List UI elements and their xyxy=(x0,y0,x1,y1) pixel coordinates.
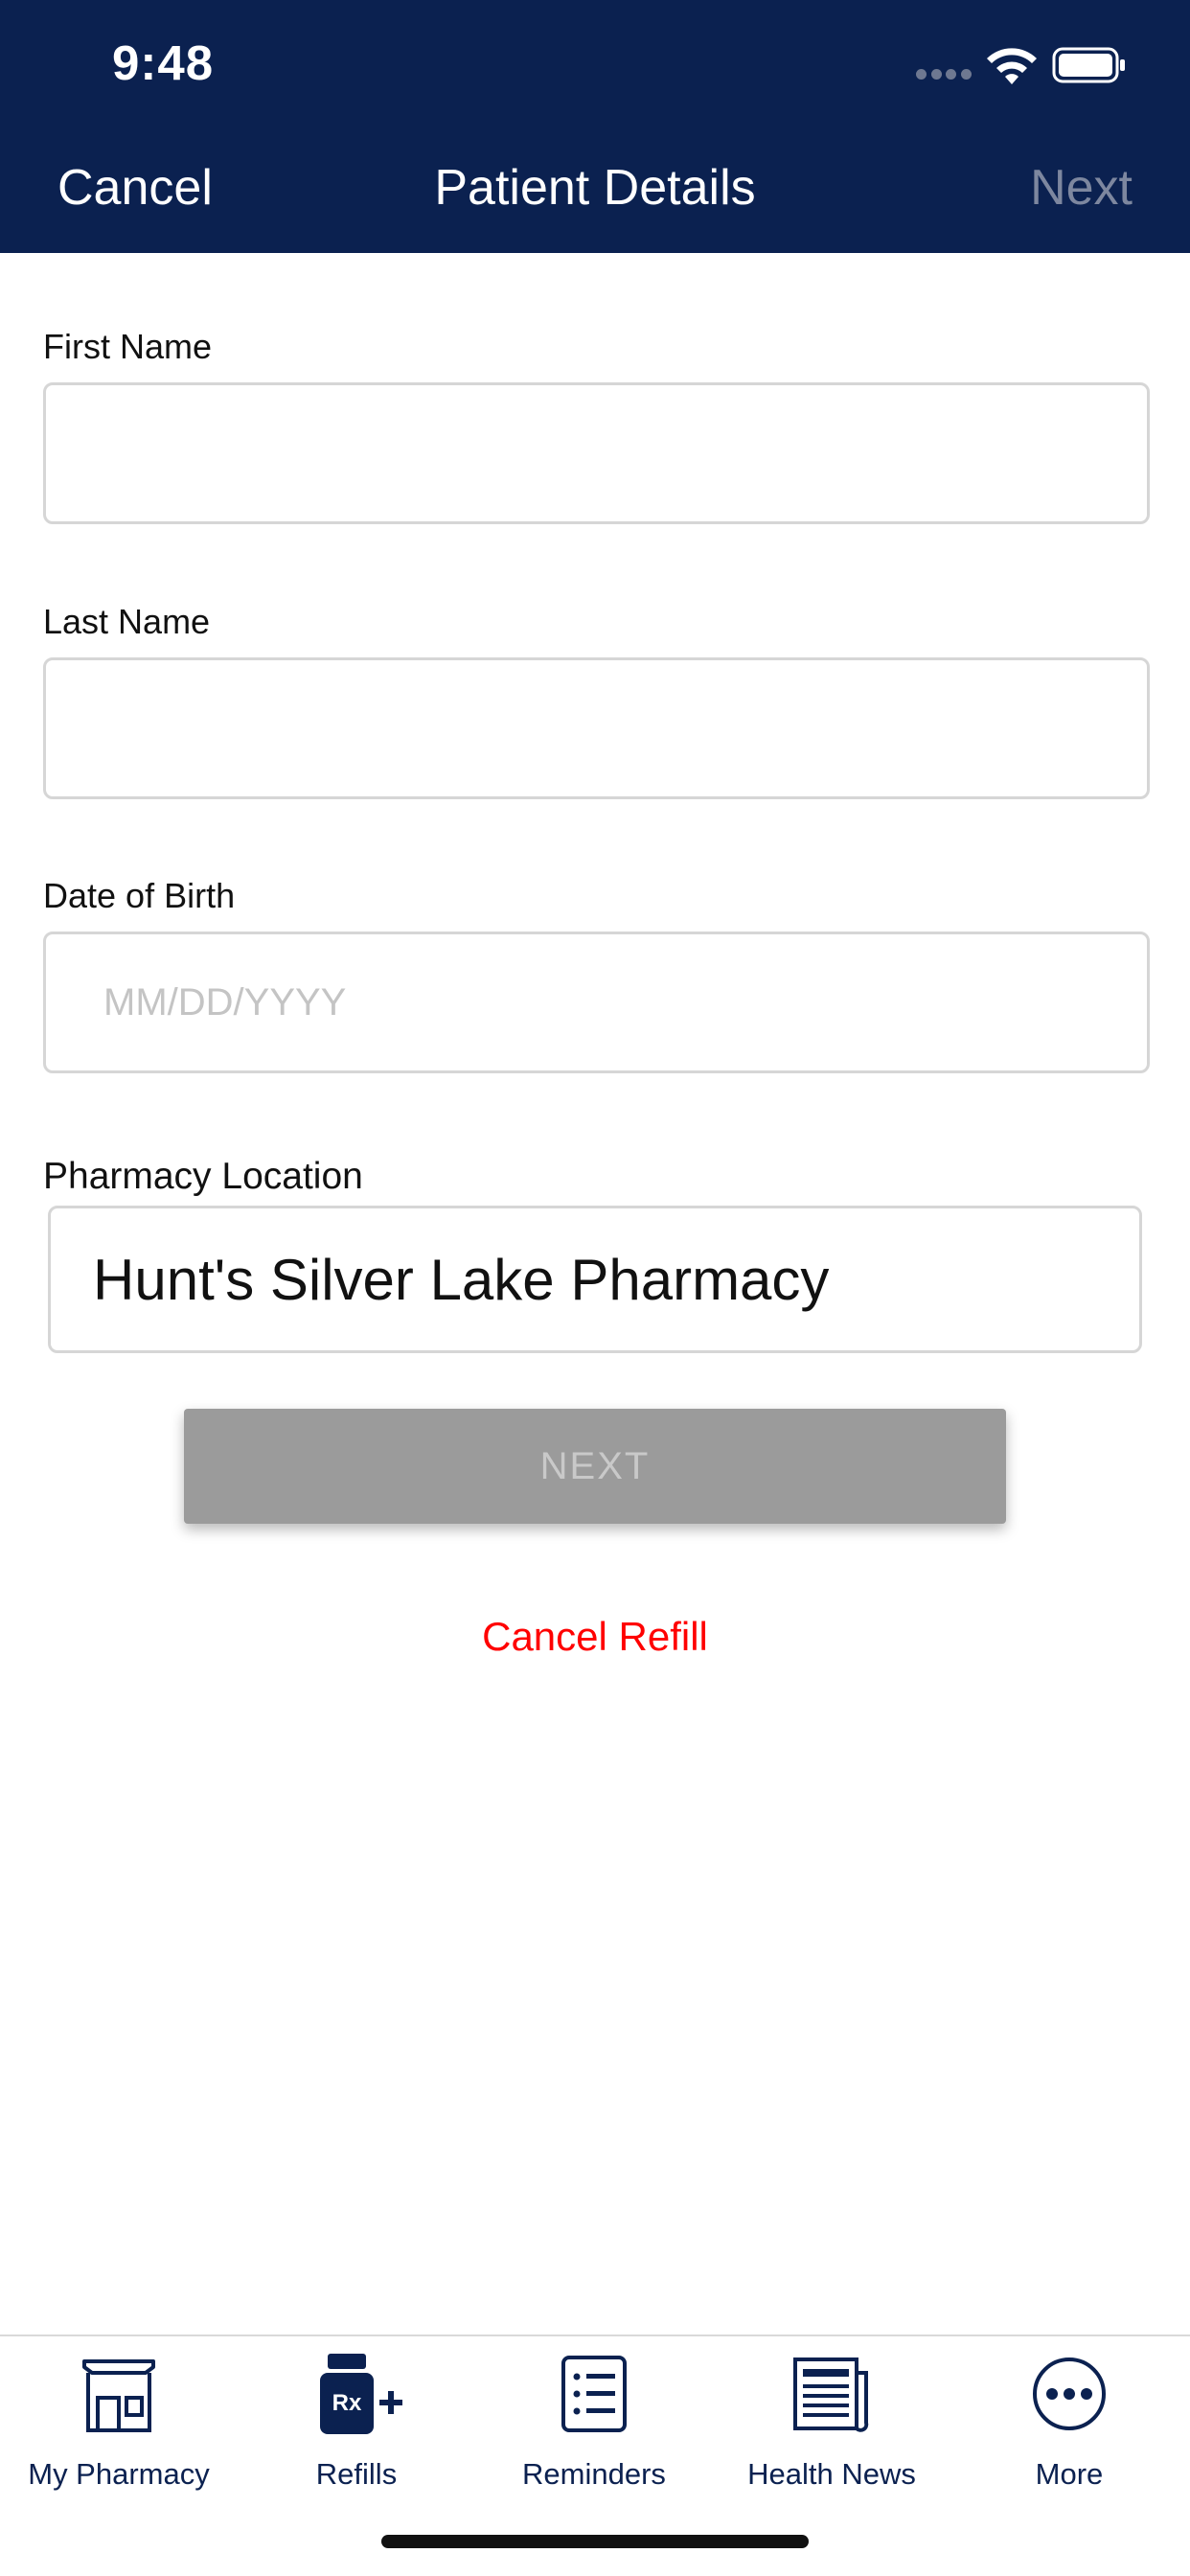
date-of-birth-input[interactable] xyxy=(46,934,1147,1070)
last-name-field-container xyxy=(43,657,1150,799)
tab-more[interactable]: More xyxy=(950,2354,1188,2517)
newspaper-icon xyxy=(793,2358,869,2432)
cancel-button[interactable]: Cancel xyxy=(57,159,213,217)
cellular-signal-icon xyxy=(916,69,972,80)
last-name-label: Last Name xyxy=(43,602,211,641)
tab-my-pharmacy[interactable]: My Pharmacy xyxy=(0,2354,238,2517)
cancel-refill-link[interactable]: Cancel Refill xyxy=(0,1614,1190,1660)
date-of-birth-field-container xyxy=(43,932,1150,1073)
last-name-input[interactable] xyxy=(46,660,1147,796)
tab-label-health-news: Health News xyxy=(747,2457,916,2491)
rx-refill-icon: Rx xyxy=(320,2354,402,2434)
tab-refills[interactable]: Rx Refills xyxy=(238,2354,475,2517)
home-indicator[interactable] xyxy=(381,2535,809,2548)
first-name-label: First Name xyxy=(43,327,213,366)
tab-label-more: More xyxy=(1035,2457,1104,2491)
more-dots-icon xyxy=(1033,2358,1106,2430)
pharmacy-location-value: Hunt's Silver Lake Pharmacy xyxy=(93,1248,830,1312)
pharmacy-location-field[interactable]: Hunt's Silver Lake Pharmacy xyxy=(48,1206,1142,1353)
tab-label-refills: Refills xyxy=(315,2457,398,2491)
tab-reminders[interactable]: Reminders xyxy=(475,2354,713,2517)
storefront-icon xyxy=(82,2359,155,2432)
first-name-field-container xyxy=(43,382,1150,524)
first-name-input[interactable] xyxy=(46,385,1147,521)
wifi-icon xyxy=(987,48,1037,84)
status-bar-time: 9:48 xyxy=(112,35,215,90)
checklist-icon xyxy=(561,2356,627,2432)
date-of-birth-label: Date of Birth xyxy=(43,876,236,915)
tab-health-news[interactable]: Health News xyxy=(713,2354,950,2517)
pharmacy-location-label: Pharmacy Location xyxy=(43,1156,363,1197)
navigation-header: 9:48 Patient Details Cancel Next xyxy=(0,0,1190,253)
battery-icon xyxy=(1052,47,1125,83)
next-nav-button[interactable]: Next xyxy=(1030,159,1133,217)
tab-label-reminders: Reminders xyxy=(522,2457,666,2491)
tab-label-my-pharmacy: My Pharmacy xyxy=(28,2457,210,2491)
next-button[interactable]: NEXT xyxy=(184,1409,1006,1524)
rx-badge-text: Rx xyxy=(332,2390,362,2416)
